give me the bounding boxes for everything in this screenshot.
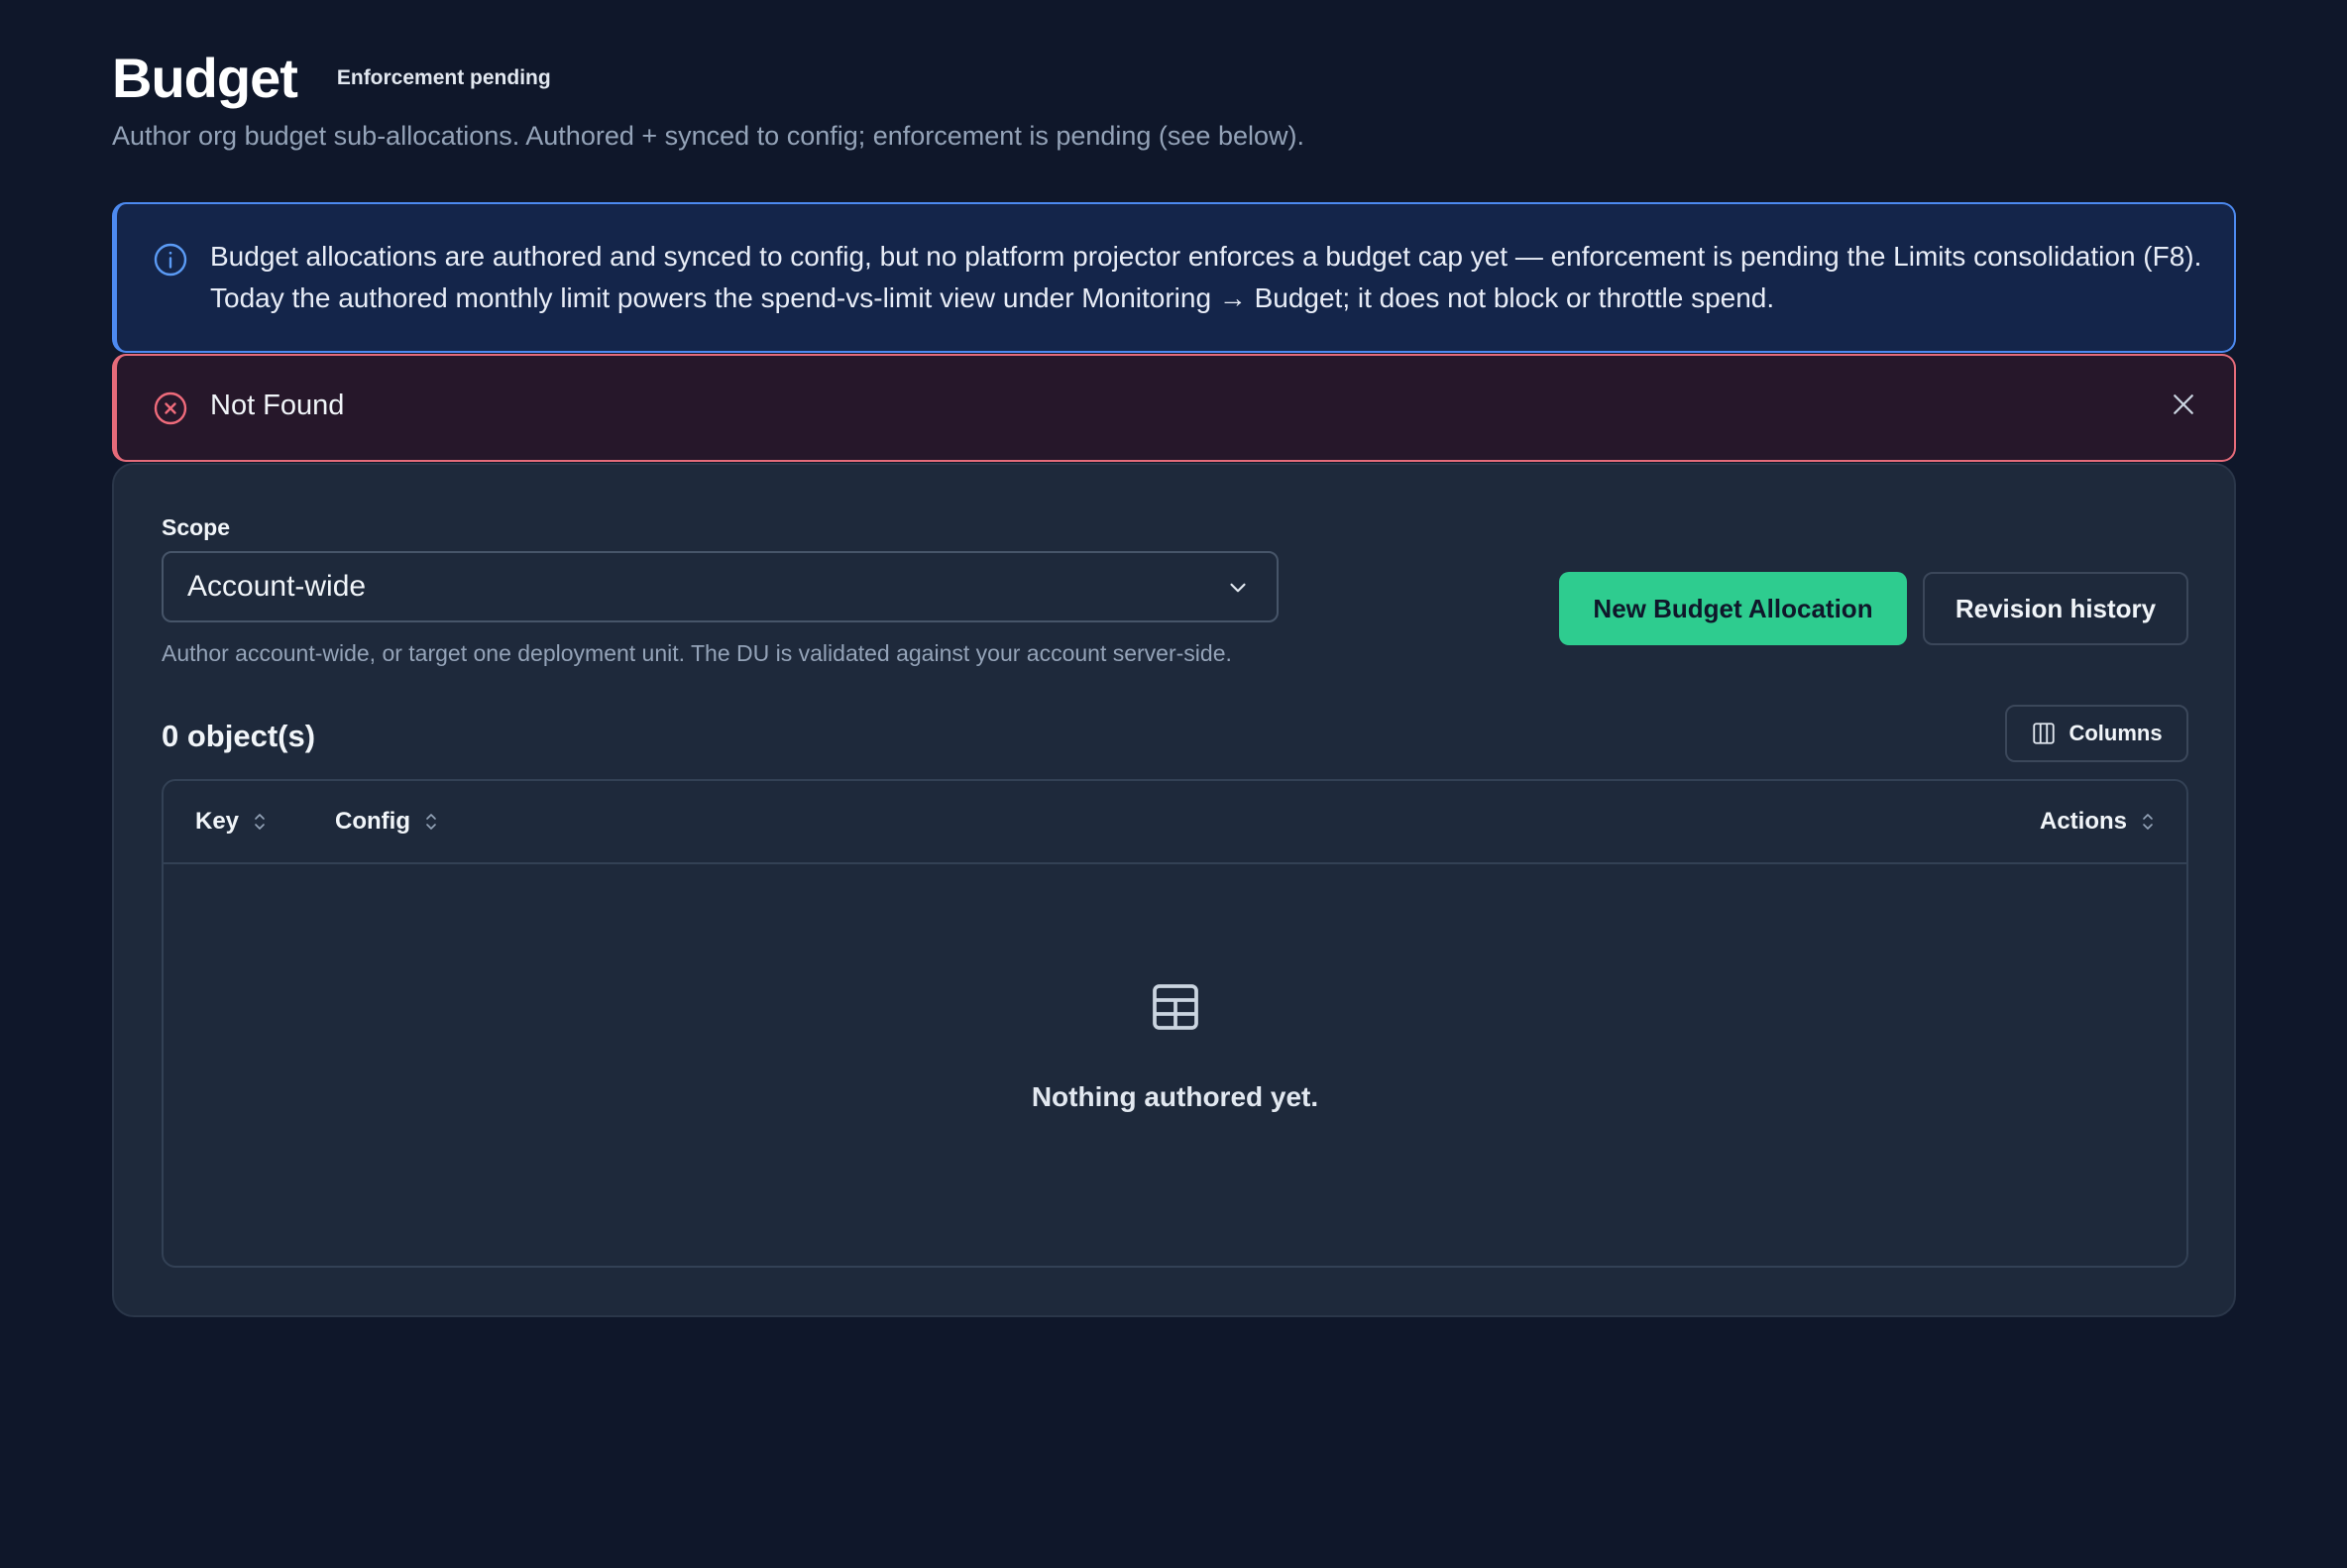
status-badge: Enforcement pending — [336, 66, 551, 89]
revision-history-button[interactable]: Revision history — [1923, 572, 2188, 645]
sort-icon — [255, 814, 265, 830]
info-circle-icon — [154, 243, 187, 277]
info-alert-text: Budget allocations are authored and sync… — [210, 236, 2202, 319]
close-icon[interactable] — [2169, 390, 2198, 419]
new-budget-allocation-button[interactable]: New Budget Allocation — [1559, 572, 1907, 645]
scope-select-value: Account-wide — [187, 570, 367, 603]
page-header: Budget Enforcement pending — [112, 44, 551, 113]
column-header-config-label: Config — [335, 808, 410, 835]
column-header-actions[interactable]: Actions — [2040, 781, 2155, 862]
error-alert-text: Not Found — [210, 390, 345, 421]
budget-card: Scope Account-wide Author account-wide, … — [112, 463, 2236, 1317]
empty-state: Nothing authored yet. — [164, 979, 2186, 1113]
columns-button[interactable]: Columns — [2005, 705, 2188, 762]
columns-icon — [2033, 723, 2056, 744]
scope-help-text: Author account-wide, or target one deplo… — [162, 640, 1232, 666]
sort-icon — [2143, 814, 2153, 830]
column-header-config[interactable]: Config — [335, 781, 438, 862]
info-alert-line-1: Budget allocations are authored and sync… — [210, 241, 2202, 272]
allocations-table: Key Config Actions Nothing authored yet. — [162, 779, 2188, 1268]
column-header-key[interactable]: Key — [195, 781, 267, 862]
x-circle-icon — [154, 392, 187, 425]
table-icon — [1152, 984, 1198, 1030]
page-subtitle: Author org budget sub-allocations. Autho… — [112, 121, 1304, 151]
column-header-key-label: Key — [195, 808, 240, 835]
column-header-actions-label: Actions — [2039, 808, 2127, 835]
error-alert: Not Found — [112, 354, 2236, 462]
chevron-down-icon — [1230, 583, 1246, 593]
info-alert-line-2: Today the authored monthly limit powers … — [210, 282, 1775, 313]
page-title: Budget — [112, 47, 298, 109]
empty-state-text: Nothing authored yet. — [1031, 1081, 1319, 1112]
sort-icon — [426, 814, 436, 830]
scope-select[interactable]: Account-wide — [162, 551, 1279, 622]
columns-button-label: Columns — [2068, 721, 2163, 745]
table-header: Key Config Actions — [164, 781, 2186, 864]
object-count: 0 object(s) — [162, 719, 316, 753]
scope-label: Scope — [162, 514, 231, 540]
info-alert: Budget allocations are authored and sync… — [112, 202, 2236, 353]
